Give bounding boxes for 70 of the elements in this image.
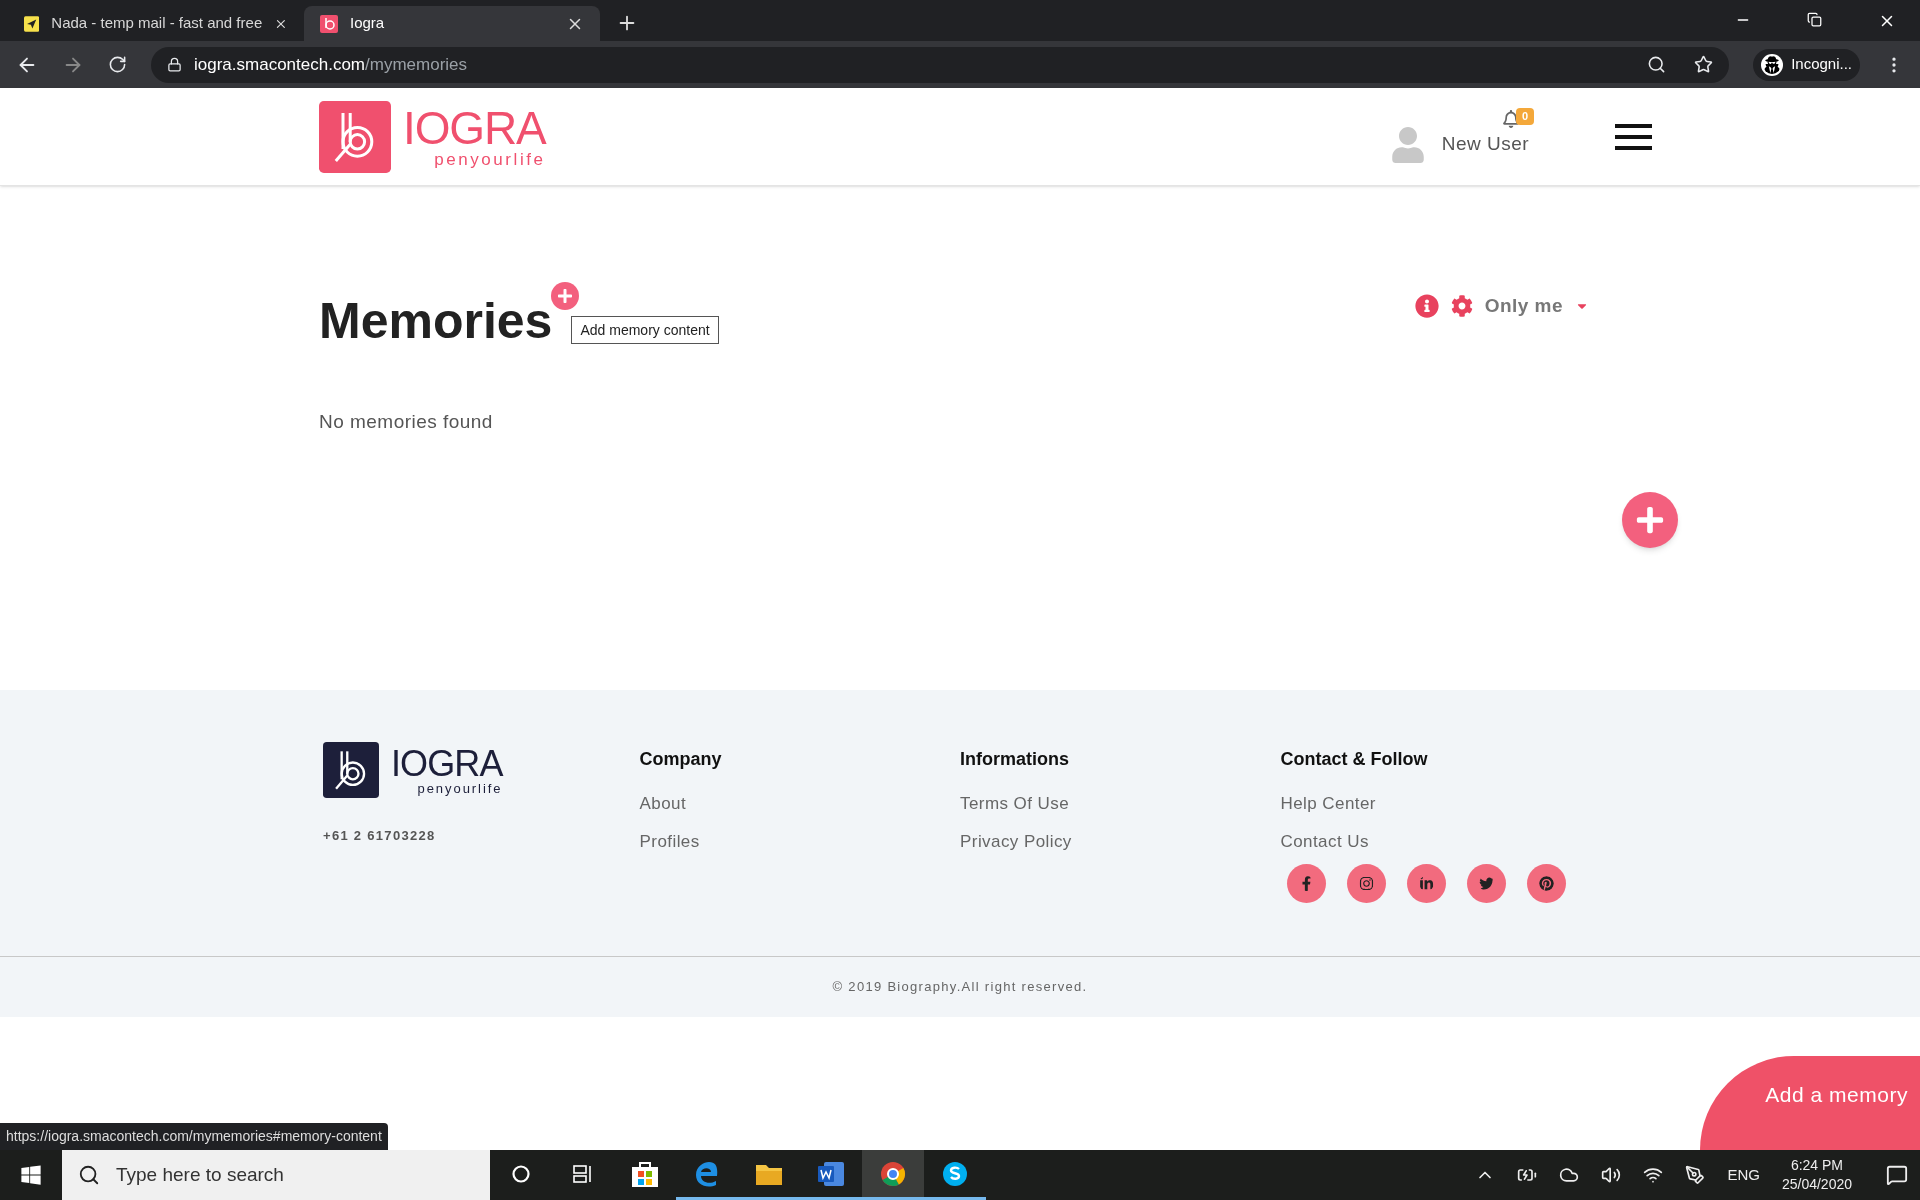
privacy-dropdown[interactable]: Only me: [1484, 292, 1589, 321]
logo-tagline: penyourlife: [417, 781, 503, 795]
clock-date: 25/04/2020: [1781, 1175, 1852, 1194]
search-input[interactable]: Type here to search: [116, 1160, 474, 1190]
settings-icon[interactable]: [1450, 295, 1473, 318]
language-indicator[interactable]: ENG: [1727, 1163, 1760, 1187]
browser-tab[interactable]: Nada - temp mail - fast and free: [8, 6, 304, 41]
user-name[interactable]: New User: [1441, 130, 1529, 159]
page-title: Memories: [319, 296, 553, 346]
tooltip: Add memory content: [571, 316, 719, 344]
notification-badge: 0: [1516, 108, 1535, 125]
document-icon: [816, 1159, 846, 1188]
clock[interactable]: 6:24 PM 25/04/2020: [1781, 1156, 1852, 1194]
logo-tagline: penyourlife: [434, 151, 546, 168]
add-icon[interactable]: [551, 282, 580, 310]
notifications-icon[interactable]: [1886, 1164, 1908, 1186]
footer-link[interactable]: Contact Us: [1280, 828, 1369, 854]
tab-title: Iogra: [350, 13, 386, 34]
reload-icon[interactable]: [108, 55, 127, 74]
phone-number: +61 2 61703228: [323, 827, 437, 845]
circle-icon: [511, 1163, 531, 1184]
facebook-icon[interactable]: [1286, 864, 1326, 903]
instagram-icon[interactable]: [1346, 864, 1386, 903]
zoom-icon[interactable]: [1647, 55, 1667, 74]
browser-tab[interactable]: Iogra: [304, 6, 600, 41]
url-host: iogra.smacontech.com/mymemories: [194, 53, 468, 76]
speaker-icon[interactable]: [1601, 1165, 1622, 1185]
pinterest-icon[interactable]: [1526, 864, 1566, 903]
cloud-icon[interactable]: [1559, 1165, 1580, 1185]
clock-time: 6:24 PM: [1790, 1156, 1844, 1175]
add-memory-button[interactable]: Add a memory: [1700, 1056, 1920, 1150]
info-icon[interactable]: [1414, 294, 1439, 319]
column-heading: Company: [639, 748, 723, 771]
address-field[interactable]: iogra.smacontech.com/mymemories: [151, 46, 1730, 83]
twitter-icon[interactable]: [1466, 864, 1506, 903]
shopping-bag-icon: [630, 1159, 660, 1188]
task-view-icon: [572, 1163, 594, 1184]
profile-button[interactable]: Incogni...: [1753, 48, 1860, 81]
taskbar-app[interactable]: [862, 1150, 924, 1200]
footer-link[interactable]: Terms Of Use: [960, 791, 1070, 817]
windows-start-icon[interactable]: [20, 1164, 42, 1186]
copyright: © 2019 Biography.All right reserved.: [832, 978, 1088, 997]
logo-icon: [323, 742, 379, 798]
logo-name: IOGRA: [403, 105, 546, 151]
linkedin-icon[interactable]: [1406, 864, 1446, 903]
paper-plane-icon: [24, 13, 40, 34]
footer-link[interactable]: Privacy Policy: [960, 828, 1072, 854]
restore-icon[interactable]: [1807, 11, 1822, 27]
tab-title: Nada - temp mail - fast and free: [51, 13, 263, 34]
browser-icon: [879, 1159, 907, 1188]
footer-link[interactable]: Help Center: [1280, 791, 1376, 817]
column-heading: Contact & Follow: [1280, 748, 1429, 771]
incognito-icon: [1761, 53, 1784, 76]
hamburger-menu-icon[interactable]: [1615, 123, 1652, 150]
search-icon: [78, 1164, 100, 1186]
wifi-icon[interactable]: [1643, 1165, 1664, 1185]
lock-icon: [167, 57, 182, 72]
bookmark-star-icon[interactable]: [1694, 55, 1714, 74]
column-heading: Informations: [960, 748, 1071, 771]
footer-link[interactable]: Profiles: [639, 828, 700, 854]
letter-s-icon: [941, 1159, 969, 1188]
pen-icon[interactable]: [1685, 1165, 1706, 1185]
footer-link[interactable]: About: [639, 791, 687, 817]
site-logo-icon: [320, 14, 338, 33]
status-url: https://iogra.smacontech.com/mymemories#memory-content: [0, 1123, 388, 1150]
taskbar-search-field[interactable]: Type here to search: [62, 1150, 490, 1200]
logo-icon: [319, 100, 391, 173]
add-button-icon[interactable]: [1622, 492, 1678, 548]
logo-name: IOGRA: [391, 745, 503, 782]
empty-message: No memories found: [319, 410, 494, 434]
